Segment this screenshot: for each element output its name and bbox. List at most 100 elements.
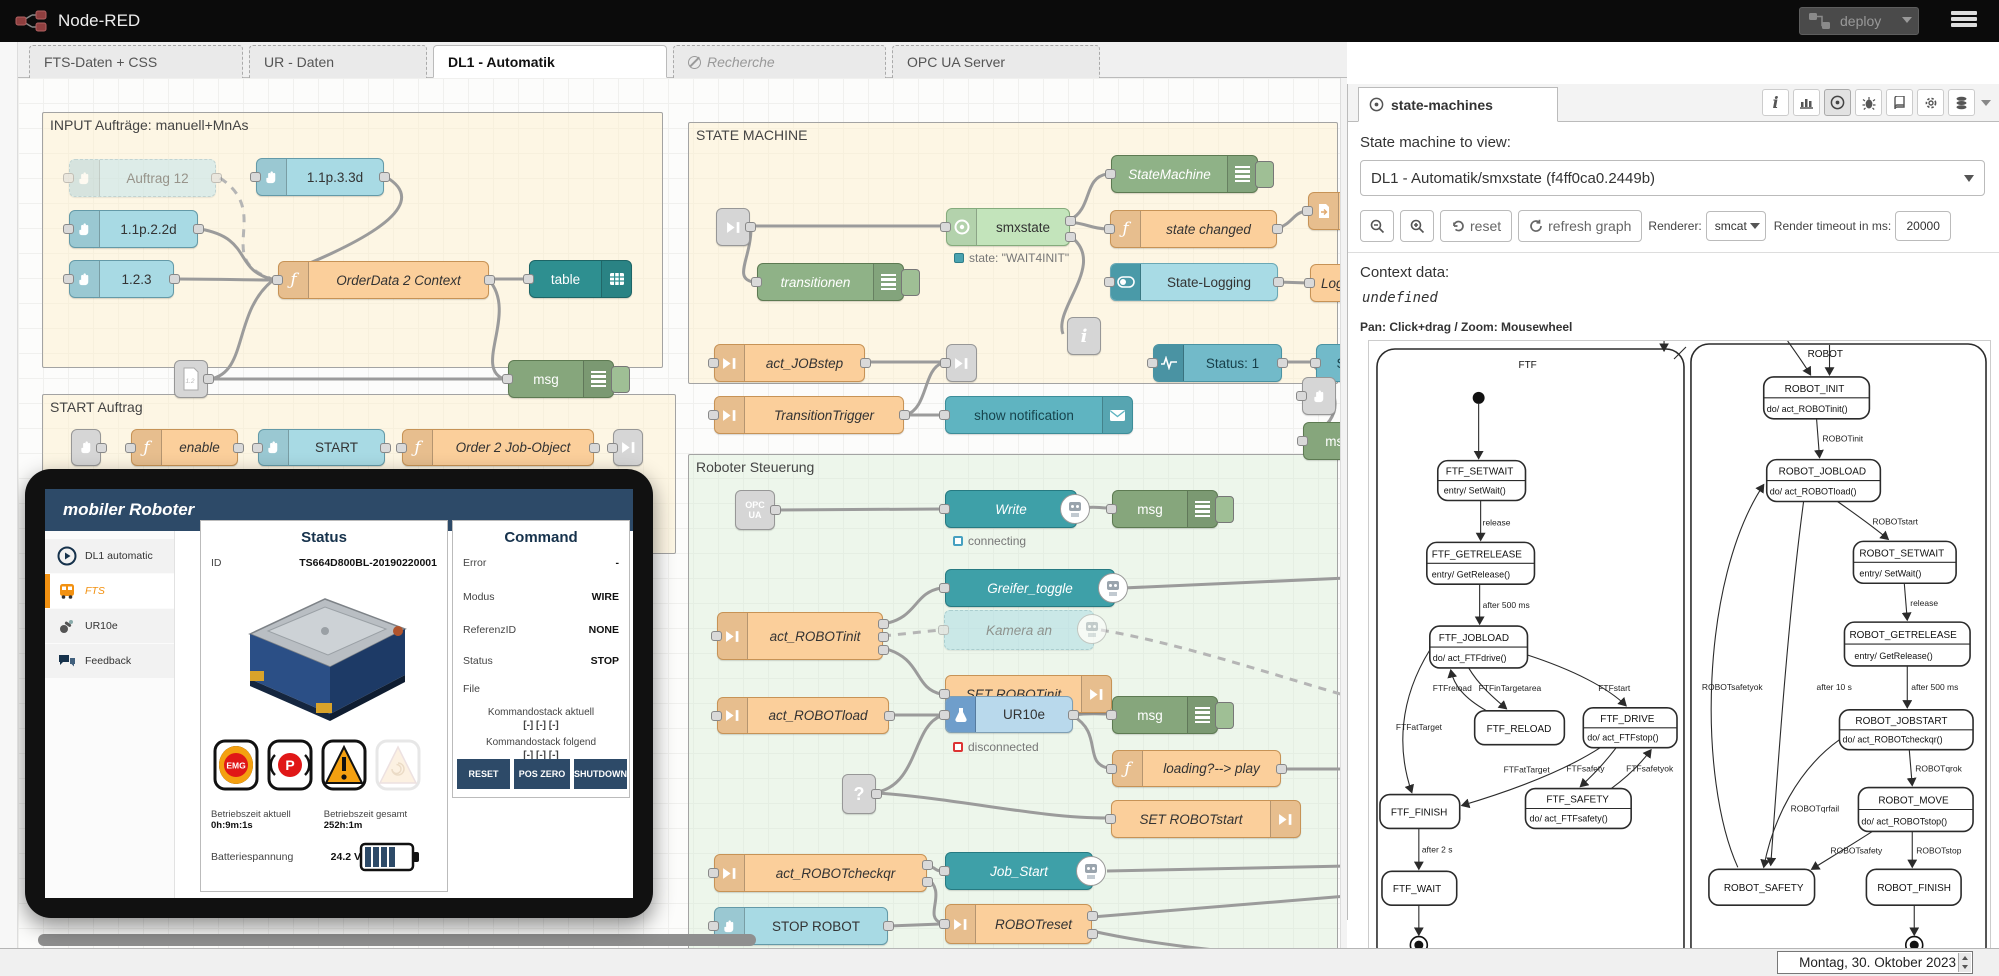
port[interactable]: [1304, 278, 1315, 288]
port[interactable]: [1296, 391, 1307, 401]
port[interactable]: [396, 443, 407, 453]
port[interactable]: [589, 443, 600, 453]
port[interactable]: [63, 224, 74, 234]
port[interactable]: [708, 868, 719, 878]
date-input[interactable]: Montag, 30. Oktober 2023: [1777, 951, 1973, 974]
port[interactable]: [1297, 436, 1308, 446]
node-ur10e[interactable]: UR10e: [945, 696, 1073, 733]
node-greifer-toggle[interactable]: Greifer_toggle: [945, 569, 1115, 607]
node-inject-123[interactable]: 1.2.3: [69, 260, 174, 298]
timeout-input[interactable]: 20000: [1895, 211, 1951, 241]
debug-tab-button[interactable]: [1855, 89, 1882, 116]
port[interactable]: [233, 443, 244, 453]
node-link-act-jobstep[interactable]: act_JOBstep: [714, 344, 865, 382]
node-status-1[interactable]: Status: 1: [1153, 344, 1282, 382]
port[interactable]: [939, 583, 950, 593]
tab-opc-ua-server[interactable]: OPC UA Server: [892, 45, 1100, 78]
node-opcua[interactable]: OPC UA: [735, 490, 775, 530]
port[interactable]: [871, 789, 882, 799]
port[interactable]: [1147, 358, 1158, 368]
node-job-start[interactable]: Job_Start: [945, 852, 1093, 890]
port[interactable]: [708, 358, 719, 368]
node-smxstate[interactable]: smxstate: [946, 208, 1070, 246]
port[interactable]: [1065, 232, 1076, 242]
node-debug-msg-1[interactable]: msg: [508, 360, 614, 398]
port[interactable]: [1087, 911, 1098, 921]
port[interactable]: [878, 619, 889, 629]
port[interactable]: [1272, 224, 1283, 234]
port[interactable]: [63, 173, 74, 183]
node-function-loading-play[interactable]: ƒ loading?--> play: [1112, 750, 1281, 787]
tab-ur-daten[interactable]: UR - Daten: [249, 45, 427, 78]
node-link-transitiontrigger[interactable]: TransitionTrigger: [714, 396, 904, 434]
tab-dl1-automatik[interactable]: DL1 - Automatik: [433, 45, 667, 78]
port[interactable]: [380, 443, 391, 453]
port[interactable]: [745, 222, 756, 232]
node-inject-auftrag12[interactable]: Auftrag 12: [69, 159, 216, 197]
node-show-notification[interactable]: show notification: [945, 396, 1133, 434]
port[interactable]: [63, 274, 74, 284]
port[interactable]: [939, 866, 950, 876]
port[interactable]: [751, 277, 762, 287]
horizontal-scrollbar[interactable]: [38, 934, 756, 946]
port[interactable]: [939, 504, 950, 514]
port[interactable]: [1105, 169, 1116, 179]
port[interactable]: [922, 877, 933, 887]
port[interactable]: [1276, 764, 1287, 774]
port[interactable]: [607, 443, 618, 453]
node-debug-statemachine[interactable]: StateMachine: [1111, 155, 1258, 193]
node-template-12[interactable]: 1.2: [174, 360, 208, 398]
node-debug-msg-3[interactable]: msg: [1112, 696, 1218, 734]
port[interactable]: [939, 919, 950, 929]
config-tab-button[interactable]: [1886, 89, 1913, 116]
node-inject-11p22d[interactable]: 1.1p.2.2d: [69, 210, 198, 248]
node-debug-msg-2[interactable]: msg: [1112, 490, 1218, 528]
node-link-act-robotcheckqr[interactable]: act_ROBOTcheckqr: [714, 854, 927, 892]
port[interactable]: [899, 410, 910, 420]
port[interactable]: [1104, 277, 1115, 287]
port[interactable]: [1106, 710, 1117, 720]
port[interactable]: [939, 710, 950, 720]
zoom-in-button[interactable]: [1400, 210, 1434, 242]
node-link-act-robotload[interactable]: act_ROBOTload: [717, 697, 889, 734]
info-tab-button[interactable]: i: [1762, 89, 1789, 116]
port[interactable]: [1302, 206, 1313, 216]
debug-toggle-button[interactable]: [1255, 161, 1274, 188]
port[interactable]: [940, 358, 951, 368]
settings-gear-button[interactable]: [1917, 89, 1944, 116]
port[interactable]: [922, 860, 933, 870]
port[interactable]: [203, 374, 214, 384]
port[interactable]: [883, 921, 894, 931]
node-link-mid[interactable]: [946, 344, 977, 382]
port[interactable]: [1104, 224, 1115, 234]
date-spinner[interactable]: [1958, 953, 1971, 972]
tab-recherche[interactable]: Recherche: [673, 45, 886, 78]
node-link-robotreset[interactable]: ROBOTreset: [945, 904, 1092, 944]
node-switch-state-logging[interactable]: State-Logging: [1110, 263, 1278, 301]
port[interactable]: [1106, 504, 1117, 514]
node-function-orderdata[interactable]: ƒ OrderData 2 Context: [278, 261, 489, 299]
zoom-out-button[interactable]: [1360, 210, 1394, 242]
port[interactable]: [272, 275, 283, 285]
port[interactable]: [1273, 277, 1284, 287]
refresh-graph-button[interactable]: refresh graph: [1518, 210, 1642, 242]
state-diagram[interactable]: FTF ROBOT FTF_SETWAIT entry/ SetWait(): [1368, 340, 1991, 974]
port[interactable]: [878, 632, 889, 642]
port[interactable]: [252, 443, 263, 453]
port[interactable]: [770, 505, 781, 515]
port[interactable]: [939, 410, 950, 420]
node-function-state-changed[interactable]: ƒ state changed: [1110, 210, 1277, 248]
port[interactable]: [1105, 814, 1116, 824]
node-link-out-set-robotstart[interactable]: SET ROBOTstart: [1111, 800, 1301, 838]
port[interactable]: [1087, 929, 1098, 939]
node-debug-transitionen[interactable]: transitionen: [757, 263, 904, 301]
deploy-caret-icon[interactable]: [1902, 17, 1912, 23]
debug-toggle-button[interactable]: [1215, 702, 1234, 729]
port[interactable]: [1065, 216, 1076, 226]
node-info[interactable]: i: [1067, 317, 1101, 355]
port[interactable]: [1277, 358, 1288, 368]
tablet-nav-feedback[interactable]: Feedback: [45, 644, 174, 678]
pos-zero-button[interactable]: POS ZERO: [514, 759, 570, 789]
flow-canvas[interactable]: INPUT Aufträge: manuell+MnAs STATE MACHI…: [18, 78, 1347, 948]
node-link-out-start[interactable]: [613, 429, 643, 466]
